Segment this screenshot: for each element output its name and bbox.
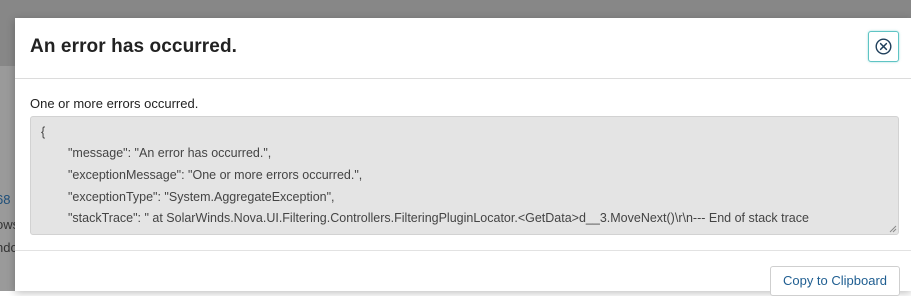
close-button[interactable] [868,31,899,62]
details-line: "stackTrace": " at SolarWinds.Nova.UI.Fi… [68,211,809,225]
details-line: "message": "An error has occurred.", [68,146,272,160]
footer-divider [15,250,911,251]
dialog-header: An error has occurred. [15,18,911,79]
details-line: "exceptionType": "System.AggregateExcept… [68,190,335,204]
details-line: "exceptionMessage": "One or more errors … [68,168,363,182]
resize-grip-icon[interactable] [889,225,897,233]
error-dialog: An error has occurred. One or more error… [15,18,911,296]
details-line: { [41,125,46,139]
background-link-text: 68 [0,192,11,207]
error-details-textarea[interactable]: { "message": "An error has occurred.", "… [30,116,899,235]
close-circle-icon [875,38,892,55]
error-summary: One or more errors occurred. [30,96,199,111]
copy-to-clipboard-button[interactable]: Copy to Clipboard [770,266,900,296]
dialog-title: An error has occurred. [30,36,238,57]
